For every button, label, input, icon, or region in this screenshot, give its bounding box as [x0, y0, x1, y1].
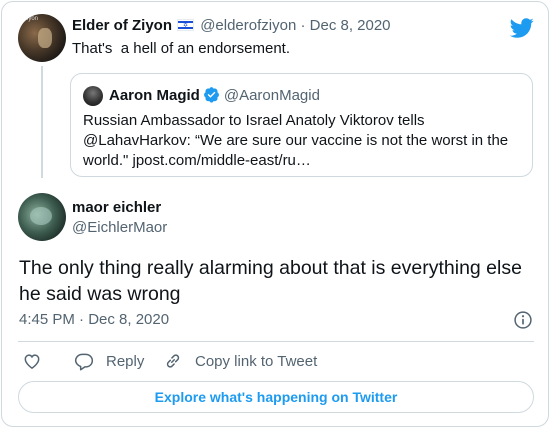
avatar-figure [30, 207, 52, 225]
parent-date[interactable]: Dec 8, 2020 [310, 17, 391, 34]
parent-header: Elder of Ziyon ✡ @elderofziyon · Dec 8, 2… [72, 16, 391, 36]
copy-link-label: Copy link to Tweet [195, 352, 318, 370]
parent-author-handle[interactable]: @elderofziyon [200, 17, 296, 34]
link-icon [166, 354, 180, 368]
explore-twitter-button[interactable]: Explore what's happening on Twitter [18, 381, 534, 413]
avatar-label: ziyon [24, 16, 39, 22]
tweet-embed-card: ziyon Elder of Ziyon ✡ @elderofziyon · De… [1, 1, 549, 427]
quoted-author-name: Aaron Magid [109, 87, 200, 104]
israel-flag-icon: ✡ [177, 19, 195, 31]
copy-link-button[interactable]: Copy link to Tweet [163, 351, 317, 371]
dot-separator: · [300, 17, 310, 34]
divider [18, 341, 534, 342]
quoted-header: Aaron Magid @AaronMagid [109, 86, 320, 106]
verified-badge-icon [203, 87, 219, 103]
thread-connector-line [41, 66, 43, 178]
reply-bubble-icon [74, 353, 94, 371]
parent-avatar[interactable]: ziyon [18, 14, 66, 62]
quoted-tweet[interactable]: Aaron Magid @AaronMagid Russian Ambassado… [70, 73, 533, 177]
heart-icon [24, 354, 40, 369]
info-icon[interactable] [513, 310, 533, 330]
tweet-timestamp[interactable]: 4:45 PM · Dec 8, 2020 [19, 310, 169, 330]
main-tweet-text: The only thing really alarming about tha… [19, 257, 522, 305]
twitter-bird-icon[interactable] [510, 16, 534, 40]
parent-author-name[interactable]: Elder of Ziyon [72, 17, 172, 34]
quoted-tweet-text: Russian Ambassador to Israel Anatoly Vik… [83, 112, 509, 169]
parent-tweet-text: That's a hell of an endorsement. [72, 40, 290, 57]
quoted-author-handle: @AaronMagid [223, 87, 320, 104]
quoted-avatar [83, 86, 103, 106]
avatar-figure [38, 28, 52, 48]
main-author-name[interactable]: maor eichler [72, 198, 161, 218]
reply-button[interactable]: Reply [74, 351, 144, 371]
like-button[interactable] [22, 351, 54, 371]
main-author-handle[interactable]: @EichlerMaor [72, 218, 167, 238]
reply-label: Reply [106, 352, 145, 370]
main-avatar[interactable] [18, 193, 66, 241]
